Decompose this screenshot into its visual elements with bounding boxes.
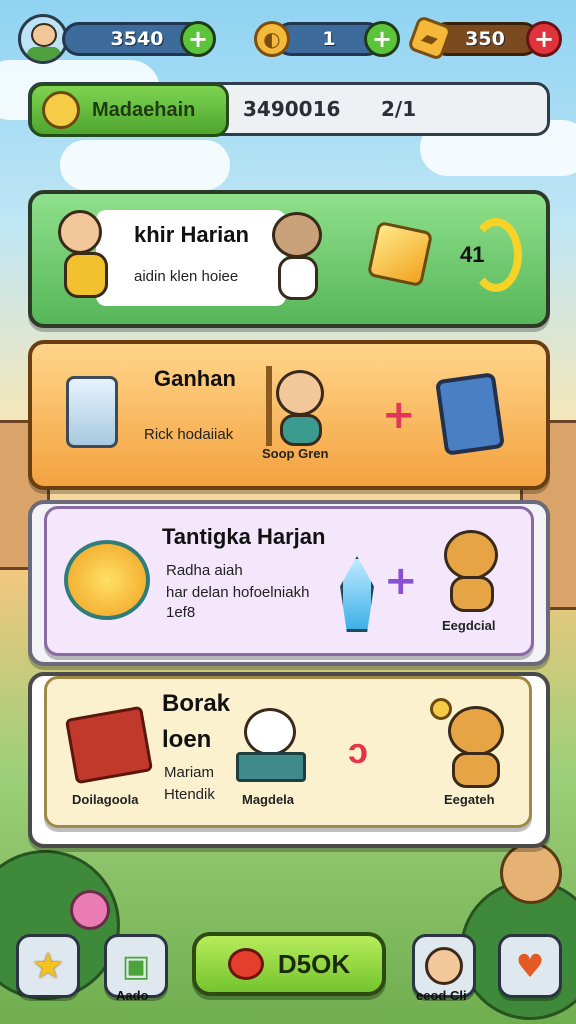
card2-subtitle: Rick hodaiiak xyxy=(144,426,234,443)
stat3-value: 350 xyxy=(465,28,505,50)
plus-icon: + xyxy=(371,25,393,53)
tablet-icon xyxy=(435,372,505,456)
quest-tab-label: Madaehain xyxy=(92,98,196,121)
card4-character-label: Eegateh xyxy=(444,792,495,807)
stat2-add-button[interactable]: + xyxy=(364,21,400,57)
staff-icon xyxy=(266,366,272,446)
card1-subtitle: aidin klen hoiee xyxy=(134,268,239,285)
gift-icon xyxy=(64,705,154,785)
card3-character-label: Eegdcial xyxy=(442,618,496,633)
main-action-button[interactable]: D5OK xyxy=(192,932,386,996)
heart-icon: ♥ xyxy=(515,947,545,985)
quest-progress: 2/1 xyxy=(381,97,417,121)
cup-icon xyxy=(66,376,118,448)
face-icon xyxy=(31,23,57,47)
dog-character xyxy=(444,530,498,580)
health-button[interactable]: ♥ xyxy=(498,934,562,998)
card4-item2-label: Magdela xyxy=(242,792,295,807)
stat1-add-button[interactable]: + xyxy=(180,21,216,57)
moon-icon xyxy=(470,218,522,292)
coin-icon: ◐ xyxy=(254,21,290,57)
quest-score: 3490016 xyxy=(243,97,341,121)
star-icon: ★ xyxy=(31,945,65,987)
gem-icon xyxy=(366,220,434,288)
plus-icon: + xyxy=(382,392,416,438)
card2-character-label: Soop Gren xyxy=(262,446,329,461)
swirl-icon: ↄ xyxy=(348,730,369,771)
bear-body xyxy=(278,256,318,300)
plus-icon: + xyxy=(384,558,418,604)
card3-subtitle-line3: 1ef8 xyxy=(166,604,196,621)
book-icon xyxy=(236,752,306,782)
player-avatar[interactable] xyxy=(18,14,68,64)
stat1-value: 3540 xyxy=(110,28,164,50)
card4-title-line2: loen xyxy=(162,726,212,753)
flower-icon xyxy=(70,890,110,930)
shirt-icon xyxy=(27,47,61,61)
card3-subtitle-line1: Radha aiah xyxy=(166,562,243,579)
card3-title: Tantigka Harjan xyxy=(162,524,326,549)
stat2-value: 1 xyxy=(322,28,336,50)
fox-character xyxy=(448,706,504,756)
card4-subtitle-line1: Mariam xyxy=(164,764,215,781)
cloud xyxy=(60,140,230,190)
coin-badge-icon xyxy=(64,540,150,620)
apple-icon xyxy=(227,948,264,980)
cat-character xyxy=(244,708,296,756)
favorites-button[interactable]: ★ xyxy=(16,934,80,998)
card1-title: khir Harian xyxy=(134,222,249,247)
inventory-label: Aado xyxy=(116,988,149,1003)
plus-icon: + xyxy=(187,25,209,53)
stat3-add-button[interactable]: + xyxy=(526,21,562,57)
card4-subtitle-line2: Htendik xyxy=(164,786,215,803)
card4-item1-label: Doilagoola xyxy=(72,792,139,807)
plus-icon: + xyxy=(533,25,555,53)
quest-tab[interactable]: Madaehain xyxy=(29,83,229,137)
profile-label: eeod Cli xyxy=(416,988,467,1003)
resource-bar: 3540 + 1 ◐ + 350 ▰ + xyxy=(0,8,576,64)
card2-title: Ganhan xyxy=(154,366,236,391)
torch-icon xyxy=(430,698,452,720)
drumstick-icon xyxy=(42,91,80,129)
dog-avatar[interactable] xyxy=(500,842,562,904)
quest-progress-bar: Madaehain 3490016 2/1 xyxy=(28,82,550,137)
dog-body xyxy=(450,576,494,612)
boy-character xyxy=(58,210,102,254)
bear-character xyxy=(272,212,322,258)
girl-body xyxy=(280,414,322,446)
main-action-label: D5OK xyxy=(277,948,351,979)
card4-title-line1: Borak xyxy=(162,690,231,717)
jar-icon: ▣ xyxy=(121,948,151,984)
boy-body xyxy=(64,252,108,298)
character-face-icon xyxy=(425,947,463,985)
girl-character xyxy=(276,370,324,416)
fox-body xyxy=(452,752,500,788)
card3-subtitle-line2: har delan hofoelniakh xyxy=(166,584,310,601)
